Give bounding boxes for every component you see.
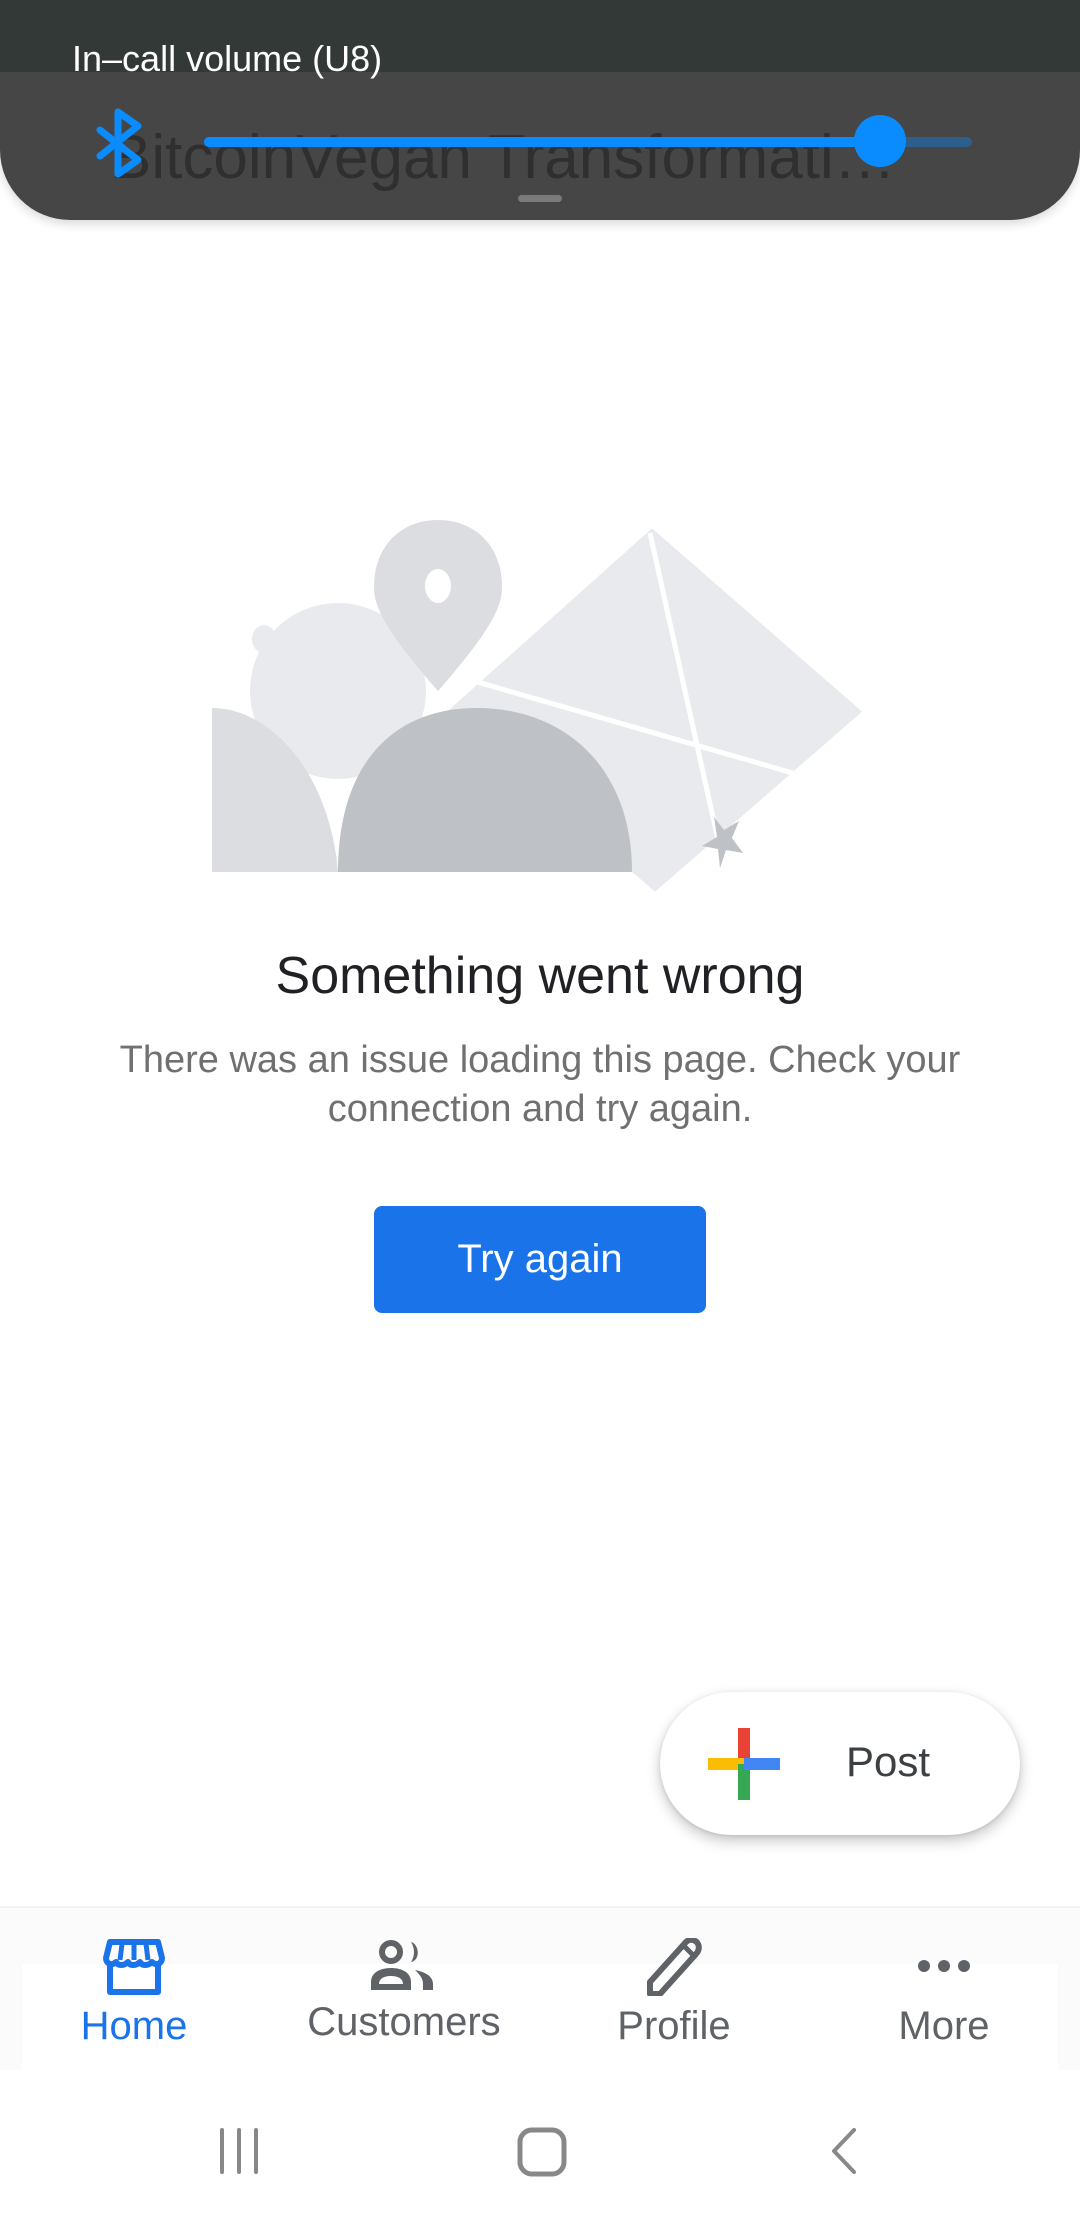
- nav-label-customers: Customers: [307, 2000, 501, 2044]
- system-navigation-bar: [0, 2070, 1080, 2220]
- post-fab-label: Post: [846, 1738, 931, 1785]
- panel-expand-handle[interactable]: [518, 195, 562, 202]
- nav-label-profile: Profile: [617, 2004, 731, 2048]
- error-illustration: [212, 520, 863, 892]
- more-horiz-icon: [918, 1960, 970, 1972]
- storefront-icon: [103, 1939, 165, 1995]
- google-plus-icon: [708, 1728, 780, 1800]
- volume-slider-thumb[interactable]: [853, 115, 906, 167]
- nav-label-home: Home: [80, 2004, 188, 2048]
- error-message: There was an issue loading this page. Ch…: [119, 1039, 961, 1130]
- try-again-button[interactable]: Try again: [374, 1206, 706, 1313]
- app-bar-title: BitcoinVegan Transformati…: [110, 123, 896, 192]
- volume-panel: BitcoinVegan Transformati… In–call volum…: [0, 0, 1080, 220]
- volume-slider[interactable]: [204, 115, 972, 167]
- people-icon: [371, 1940, 433, 1990]
- back-icon[interactable]: [826, 2126, 862, 2176]
- bottom-navigation: Home Customers Profile More: [0, 1906, 1080, 2074]
- nav-item-home[interactable]: Home: [14, 1938, 254, 2068]
- recent-apps-icon[interactable]: [214, 2126, 264, 2176]
- nav-label-more: More: [898, 2004, 990, 2048]
- post-fab[interactable]: Post: [660, 1692, 1020, 1835]
- home-icon[interactable]: [516, 2126, 568, 2178]
- bluetooth-icon[interactable]: [94, 108, 144, 178]
- volume-panel-title: In–call volume (U8): [72, 38, 383, 79]
- nav-item-more[interactable]: More: [824, 1938, 1064, 2068]
- volume-slider-fill: [204, 137, 880, 147]
- pencil-icon: [647, 1938, 702, 1996]
- nav-item-profile[interactable]: Profile: [554, 1938, 794, 2068]
- nav-item-customers[interactable]: Customers: [284, 1938, 524, 2068]
- error-title: Something went wrong: [275, 947, 805, 1005]
